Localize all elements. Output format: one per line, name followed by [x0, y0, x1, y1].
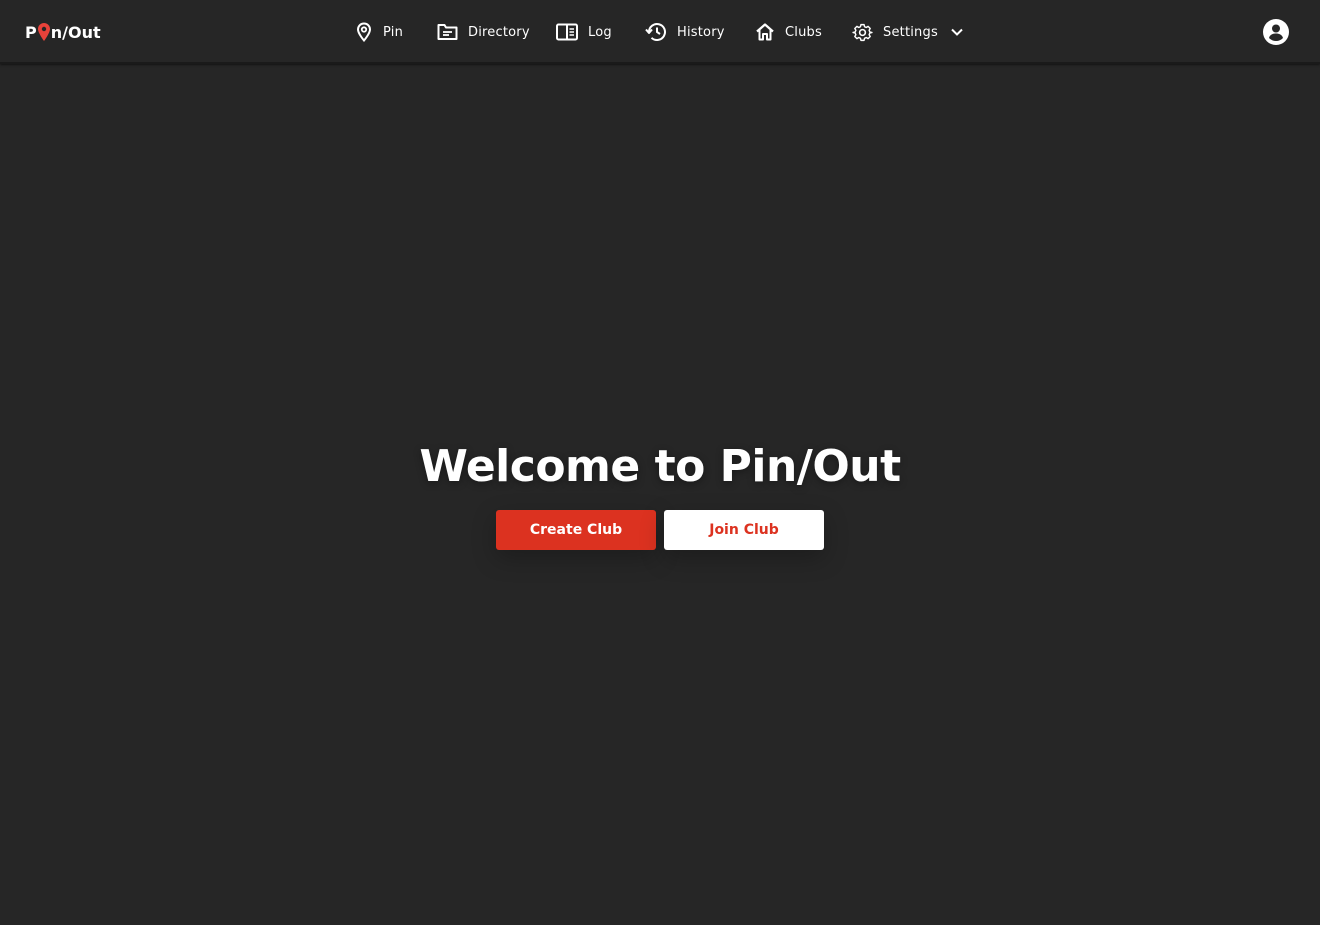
- welcome-title: Welcome to Pin/Out: [419, 441, 901, 492]
- nav-label: Settings: [883, 24, 938, 40]
- welcome-section: Welcome to Pin/Out: [0, 440, 1320, 494]
- top-navbar: P n/Out Pin Directory Log History Clubs …: [0, 0, 1320, 64]
- main-nav: Pin Directory Log History Clubs Settings: [0, 0, 1320, 64]
- nav-item-directory[interactable]: Directory: [437, 20, 530, 44]
- folder-icon: [437, 23, 458, 41]
- chevron-down-icon[interactable]: [950, 27, 964, 37]
- nav-label: Pin: [383, 24, 404, 40]
- join-club-button[interactable]: Join Club: [664, 510, 824, 550]
- nav-item-pin[interactable]: Pin: [355, 20, 403, 44]
- history-icon: [645, 22, 667, 42]
- club-actions: Create Club Join Club: [496, 510, 824, 550]
- create-club-button[interactable]: Create Club: [496, 510, 656, 550]
- home-icon: [755, 22, 775, 42]
- nav-label: Clubs: [785, 24, 822, 40]
- map-pin-icon: [355, 22, 373, 42]
- book-icon: [556, 23, 578, 41]
- nav-item-log[interactable]: Log: [556, 20, 612, 44]
- nav-item-clubs[interactable]: Clubs: [755, 20, 822, 44]
- nav-label: History: [677, 24, 725, 40]
- gear-icon: [852, 22, 873, 43]
- nav-label: Directory: [468, 24, 530, 40]
- nav-item-history[interactable]: History: [645, 20, 725, 44]
- user-circle-icon: [1262, 19, 1290, 50]
- nav-item-settings[interactable]: Settings: [852, 20, 964, 44]
- nav-label: Log: [588, 24, 612, 40]
- account-button[interactable]: [1262, 18, 1290, 46]
